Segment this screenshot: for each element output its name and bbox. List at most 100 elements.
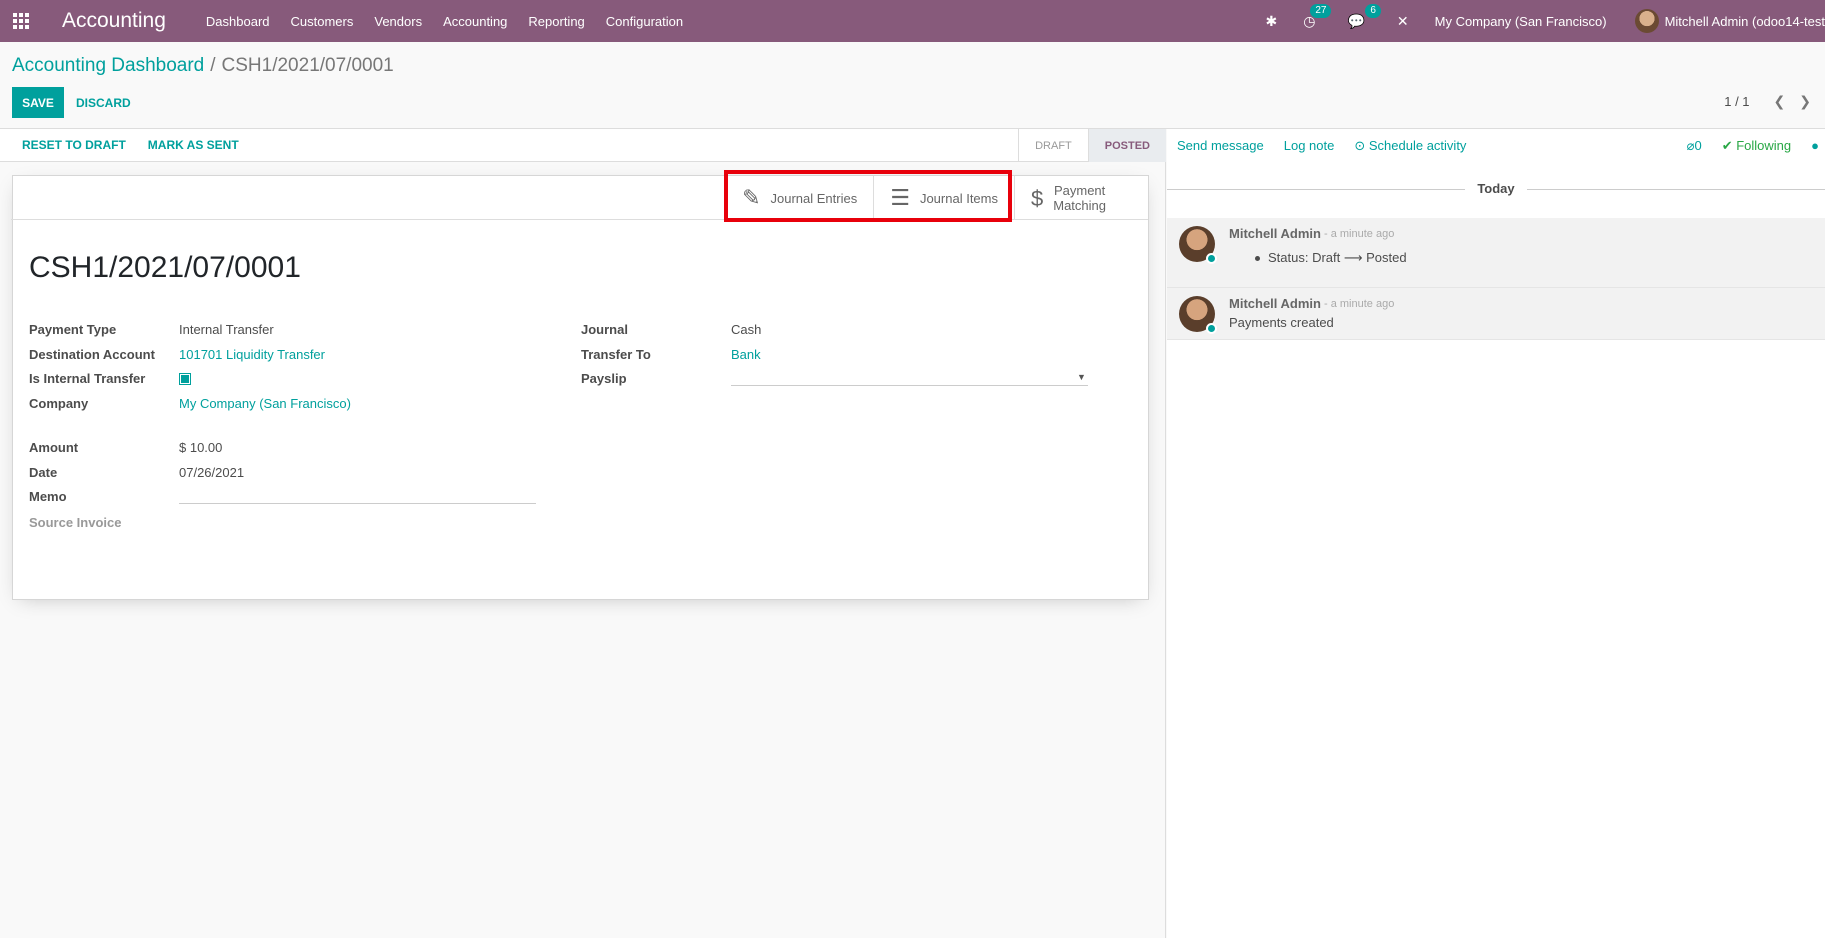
- payslip-label: Payslip: [581, 371, 627, 386]
- list-bars-icon: ☰: [890, 185, 910, 210]
- discard-button[interactable]: DISCARD: [68, 87, 139, 118]
- chatter-right-actions: ⌀0 ✔ Following ●: [1687, 129, 1825, 162]
- message-author[interactable]: Mitchell Admin: [1229, 296, 1321, 311]
- message-time: - a minute ago: [1324, 228, 1395, 240]
- payment-matching-button[interactable]: $ Payment Matching: [1014, 176, 1148, 220]
- followers-user-icon[interactable]: ●: [1811, 138, 1819, 153]
- internal-transfer-checkbox[interactable]: [179, 373, 191, 385]
- stage-posted[interactable]: POSTED: [1087, 129, 1166, 162]
- pager-next-icon[interactable]: ❯: [1799, 93, 1811, 110]
- messages-chat-icon[interactable]: 💬 6: [1347, 3, 1381, 30]
- reset-to-draft-button[interactable]: RESET TO DRAFT: [22, 138, 126, 152]
- record-title: CSH1/2021/07/0001: [29, 251, 301, 284]
- user-menu[interactable]: Mitchell Admin (odoo14-test: [1634, 9, 1825, 33]
- payment-type-value: Internal Transfer: [179, 322, 274, 337]
- breadcrumb-parent[interactable]: Accounting Dashboard: [12, 55, 204, 76]
- menu-customers[interactable]: Customers: [291, 14, 354, 29]
- online-status-icon: [1206, 323, 1217, 334]
- source-invoice-label: Source Invoice: [29, 515, 122, 530]
- following-label: Following: [1736, 137, 1792, 153]
- chatter-panel: Send message Log note ⊙ Schedule activit…: [1167, 129, 1825, 938]
- day-separator: Today: [1167, 181, 1825, 196]
- debug-bug-icon[interactable]: ✱: [1266, 13, 1278, 30]
- arrow-right-icon: ⟶: [1343, 250, 1363, 265]
- user-avatar: [1634, 9, 1659, 33]
- edit-pencil-icon: ✎: [742, 185, 761, 210]
- app-brand[interactable]: Accounting: [62, 9, 166, 33]
- tracking-value: Status: Draft ⟶ Posted: [1255, 250, 1407, 266]
- payment-matching-line1: Payment: [1053, 183, 1106, 198]
- journal-entries-label: Journal Entries: [770, 190, 858, 206]
- payslip-dropdown-caret-icon[interactable]: ▼: [1077, 372, 1086, 382]
- breadcrumb: Accounting Dashboard / CSH1/2021/07/0001: [12, 55, 394, 77]
- stage-draft[interactable]: DRAFT: [1018, 129, 1088, 162]
- memo-input[interactable]: [179, 484, 536, 504]
- destination-account-label: Destination Account: [29, 347, 155, 362]
- journal-label: Journal: [581, 322, 628, 337]
- online-status-icon: [1206, 253, 1217, 264]
- company-link[interactable]: My Company (San Francisco): [179, 396, 351, 411]
- journal-value: Cash: [731, 322, 762, 337]
- author-avatar[interactable]: [1179, 296, 1217, 334]
- internal-transfer-label: Is Internal Transfer: [29, 371, 146, 386]
- top-navbar: Accounting Dashboard Customers Vendors A…: [0, 0, 1825, 42]
- activities-badge: 27: [1310, 3, 1332, 18]
- breadcrumb-separator: /: [210, 55, 216, 76]
- attachments-count: 0: [1694, 137, 1702, 153]
- save-button[interactable]: SAVE: [12, 87, 64, 118]
- message-author[interactable]: Mitchell Admin: [1229, 226, 1321, 241]
- tools-cross-icon[interactable]: ✕: [1397, 13, 1409, 30]
- menu-configuration[interactable]: Configuration: [606, 14, 683, 29]
- clock-icon: ⊙: [1354, 137, 1366, 153]
- navbar-systray: ✱ ◷ 27 💬 6 ✕ My Company (San Francisco) Mi…: [1266, 0, 1825, 42]
- amount-label: Amount: [29, 440, 79, 455]
- messages-badge: 6: [1365, 3, 1381, 18]
- chatter-message: Mitchell Admin - a minute ago Status: Dr…: [1167, 218, 1825, 288]
- form-statusbar: RESET TO DRAFT MARK AS SENT DRAFT POSTED: [0, 129, 1166, 162]
- payment-type-label: Payment Type: [29, 322, 117, 337]
- breadcrumb-current: CSH1/2021/07/0001: [221, 55, 394, 76]
- tracking-old: Status: Draft: [1268, 250, 1341, 265]
- status-stages: DRAFT POSTED: [1018, 129, 1166, 162]
- attachments-button[interactable]: ⌀0: [1687, 138, 1702, 154]
- form-sheet: ✎ Journal Entries ☰ Journal Items $ Paym…: [11, 170, 1149, 600]
- transfer-to-label: Transfer To: [581, 347, 651, 362]
- schedule-activity-button[interactable]: ⊙ Schedule activity: [1354, 138, 1466, 154]
- send-message-button[interactable]: Send message: [1177, 138, 1264, 153]
- payslip-select[interactable]: [731, 366, 1088, 386]
- apps-menu-icon[interactable]: [0, 0, 42, 42]
- journal-items-button[interactable]: ☰ Journal Items: [873, 176, 1014, 220]
- journal-entries-button[interactable]: ✎ Journal Entries: [725, 176, 873, 220]
- company-switcher[interactable]: My Company (San Francisco): [1435, 14, 1607, 29]
- payment-matching-label: Payment Matching: [1053, 183, 1106, 213]
- message-time: - a minute ago: [1324, 298, 1395, 310]
- mark-as-sent-button[interactable]: MARK AS SENT: [148, 138, 239, 152]
- schedule-activity-label: Schedule activity: [1368, 137, 1467, 153]
- activities-clock-icon[interactable]: ◷ 27: [1303, 3, 1332, 30]
- smart-button-box: ✎ Journal Entries ☰ Journal Items $ Paym…: [11, 176, 1148, 220]
- day-label: Today: [1465, 181, 1527, 196]
- user-name: Mitchell Admin (odoo14-test: [1664, 13, 1825, 29]
- menu-accounting[interactable]: Accounting: [443, 14, 507, 29]
- following-button[interactable]: ✔ Following: [1722, 138, 1791, 154]
- dollar-icon: $: [1031, 185, 1044, 211]
- destination-account-link[interactable]: 101701 Liquidity Transfer: [179, 347, 325, 362]
- menu-dashboard[interactable]: Dashboard: [206, 14, 270, 29]
- amount-value: $ 10.00: [179, 440, 223, 455]
- pager: 1 / 1 ❮ ❯: [1724, 93, 1825, 110]
- pager-value[interactable]: 1 / 1: [1724, 94, 1749, 109]
- date-value: 07/26/2021: [179, 465, 245, 480]
- payment-matching-line2: Matching: [1053, 198, 1106, 213]
- date-label: Date: [29, 465, 58, 480]
- transfer-to-link[interactable]: Bank: [731, 347, 761, 362]
- tracking-new: Posted: [1366, 250, 1407, 265]
- log-note-button[interactable]: Log note: [1284, 138, 1335, 153]
- menu-reporting[interactable]: Reporting: [528, 14, 584, 29]
- pager-previous-icon[interactable]: ❮: [1774, 93, 1786, 110]
- menu-vendors[interactable]: Vendors: [374, 14, 422, 29]
- chatter-message: Mitchell Admin - a minute ago Payments c…: [1167, 288, 1825, 340]
- message-body: Payments created: [1229, 315, 1334, 330]
- form-view: RESET TO DRAFT MARK AS SENT DRAFT POSTED…: [0, 129, 1166, 938]
- author-avatar[interactable]: [1179, 226, 1217, 264]
- check-icon: ✔: [1721, 137, 1733, 153]
